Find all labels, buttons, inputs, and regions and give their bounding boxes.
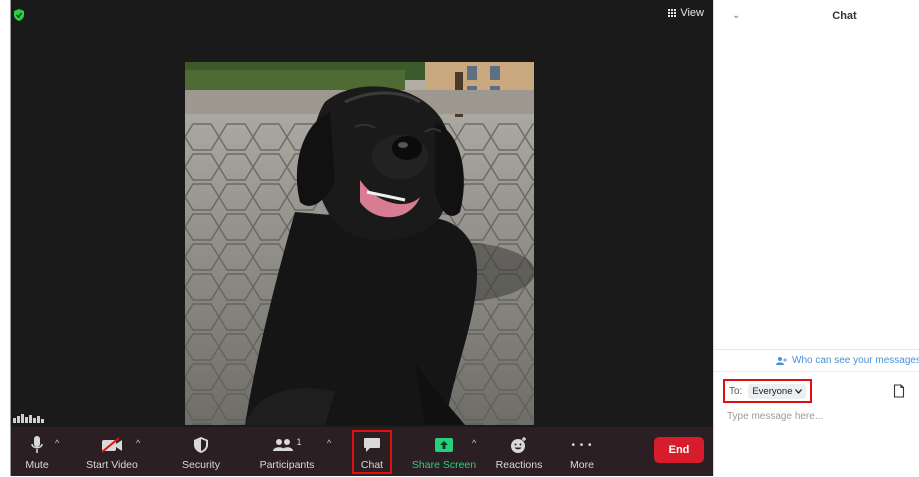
participants-options-caret-icon[interactable]: ^ xyxy=(327,438,331,448)
start-video-label: Start Video xyxy=(86,459,138,471)
security-label: Security xyxy=(182,459,220,471)
microphone-icon xyxy=(31,436,43,453)
mute-button[interactable]: Mute xyxy=(17,427,57,476)
start-video-button[interactable]: Start Video xyxy=(77,427,147,476)
participant-name-tag xyxy=(13,414,44,423)
recipient-dropdown[interactable]: Everyone xyxy=(748,383,807,399)
chat-header: ⌄ Chat xyxy=(714,0,919,36)
zoom-meeting-window: View Mute ^ Start Video ^ Security 1 Par… xyxy=(0,0,919,476)
meeting-toolbar: Mute ^ Start Video ^ Security 1 Particip… xyxy=(11,427,714,476)
security-button[interactable]: Security xyxy=(177,427,225,476)
dog-video-frame xyxy=(185,62,534,425)
message-input[interactable] xyxy=(727,408,912,424)
file-attach-icon[interactable] xyxy=(893,384,905,398)
share-screen-icon xyxy=(435,438,453,452)
recipient-selector: To: Everyone xyxy=(723,379,812,403)
security-shield-icon xyxy=(194,437,208,453)
end-meeting-button[interactable]: End xyxy=(654,437,704,463)
participants-count: 1 xyxy=(296,437,302,447)
chevron-down-icon xyxy=(795,388,803,394)
chat-divider xyxy=(714,349,919,350)
participants-button[interactable]: 1 Participants xyxy=(255,427,319,476)
chat-panel: ⌄ Chat Who can see your messages? To: Ev… xyxy=(713,0,919,476)
share-screen-button[interactable]: Share Screen xyxy=(411,427,477,476)
more-button[interactable]: • • • More xyxy=(565,427,599,476)
encryption-shield-icon xyxy=(14,9,24,21)
people-icon xyxy=(776,356,787,365)
chat-title: Chat xyxy=(832,10,857,22)
who-can-see-label: Who can see your messages? xyxy=(792,355,919,366)
participants-label: Participants xyxy=(259,459,315,471)
view-button[interactable]: View xyxy=(668,7,704,19)
reactions-label: Reactions xyxy=(495,459,543,471)
grid-view-icon xyxy=(668,9,677,17)
view-label: View xyxy=(680,7,704,19)
reactions-emoji-icon xyxy=(511,437,526,453)
audio-options-caret-icon[interactable]: ^ xyxy=(55,438,59,448)
share-options-caret-icon[interactable]: ^ xyxy=(472,438,476,448)
more-label: More xyxy=(570,459,594,471)
participant-video xyxy=(185,62,534,425)
to-label: To: xyxy=(729,385,743,397)
chat-input-area: To: Everyone xyxy=(714,371,919,477)
participants-icon xyxy=(273,439,294,451)
video-off-icon xyxy=(101,437,122,453)
mute-label: Mute xyxy=(25,459,49,471)
chat-messages-area xyxy=(714,36,919,349)
meeting-area: View Mute ^ Start Video ^ Security 1 Par… xyxy=(10,0,714,476)
video-options-caret-icon[interactable]: ^ xyxy=(136,438,140,448)
more-dots-icon: • • • xyxy=(571,439,593,451)
who-can-see-messages-link[interactable]: Who can see your messages? xyxy=(776,355,919,366)
reactions-button[interactable]: Reactions xyxy=(493,427,545,476)
recipient-value: Everyone xyxy=(752,385,793,397)
chat-button-highlight xyxy=(352,430,392,474)
share-screen-label: Share Screen xyxy=(411,459,477,471)
